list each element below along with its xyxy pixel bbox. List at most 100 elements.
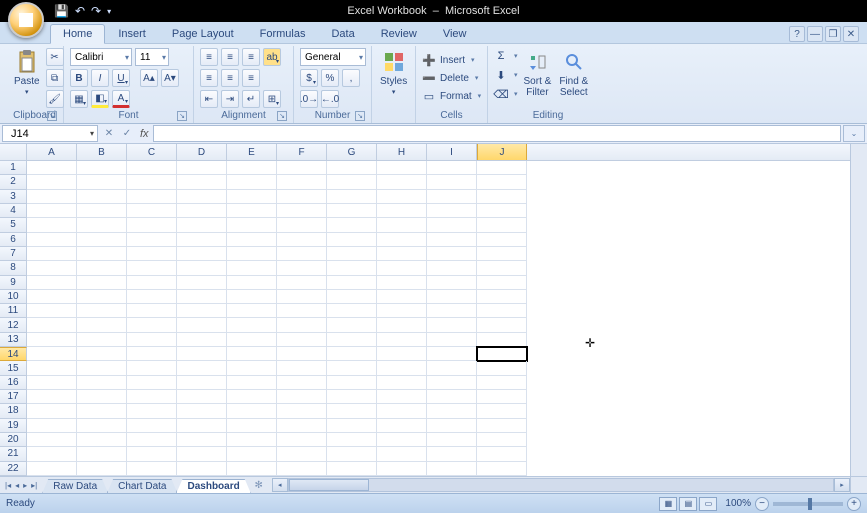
cell[interactable] <box>127 290 177 304</box>
decrease-decimal-button[interactable]: ←.0 <box>321 90 339 108</box>
column-header-A[interactable]: A <box>27 144 77 160</box>
ribbon-tab-home[interactable]: Home <box>50 24 105 44</box>
cell[interactable] <box>477 419 527 433</box>
ribbon-tab-insert[interactable]: Insert <box>105 24 159 43</box>
cell[interactable] <box>277 462 327 476</box>
cell[interactable] <box>227 390 277 404</box>
scroll-left-button[interactable]: ◂ <box>272 478 288 492</box>
cell[interactable] <box>227 304 277 318</box>
cell[interactable] <box>127 433 177 447</box>
cell[interactable] <box>477 447 527 461</box>
cell[interactable] <box>377 304 427 318</box>
cell[interactable] <box>377 447 427 461</box>
cell[interactable] <box>377 404 427 418</box>
cell[interactable] <box>427 462 477 476</box>
cell[interactable] <box>27 404 77 418</box>
cell[interactable] <box>77 462 127 476</box>
align-top-button[interactable]: ≡ <box>200 48 218 66</box>
cell[interactable] <box>27 333 77 347</box>
cell[interactable] <box>327 290 377 304</box>
redo-icon[interactable]: ↷ <box>91 4 101 18</box>
align-center-button[interactable]: ≡ <box>221 69 239 87</box>
cell[interactable] <box>277 161 327 175</box>
cell[interactable] <box>277 233 327 247</box>
row-header[interactable]: 19 <box>0 419 27 433</box>
cell[interactable] <box>177 290 227 304</box>
cell[interactable] <box>377 333 427 347</box>
cell[interactable] <box>227 233 277 247</box>
alignment-launcher[interactable]: ↘ <box>277 111 287 121</box>
office-button[interactable] <box>8 2 44 38</box>
cell[interactable] <box>227 419 277 433</box>
column-header-F[interactable]: F <box>277 144 327 160</box>
cell[interactable] <box>427 190 477 204</box>
cell[interactable] <box>77 204 127 218</box>
column-header-B[interactable]: B <box>77 144 127 160</box>
cell[interactable] <box>77 333 127 347</box>
row-header[interactable]: 8 <box>0 261 27 275</box>
fill-button[interactable]: ⬇▾ <box>494 67 518 83</box>
cell[interactable] <box>277 390 327 404</box>
cell[interactable] <box>327 175 377 189</box>
cell[interactable] <box>327 347 377 361</box>
cell[interactable] <box>127 175 177 189</box>
cell[interactable] <box>127 204 177 218</box>
cell[interactable] <box>27 175 77 189</box>
cell[interactable] <box>377 347 427 361</box>
zoom-out-button[interactable]: − <box>755 497 769 511</box>
row-header[interactable]: 4 <box>0 204 27 218</box>
cell[interactable] <box>227 433 277 447</box>
cell[interactable] <box>127 390 177 404</box>
autosum-button[interactable]: Σ▾ <box>494 48 518 64</box>
cell[interactable] <box>277 290 327 304</box>
cell[interactable] <box>27 261 77 275</box>
cell[interactable] <box>377 433 427 447</box>
italic-button[interactable]: I <box>91 69 109 87</box>
cell[interactable] <box>477 218 527 232</box>
cell[interactable] <box>27 247 77 261</box>
cell[interactable] <box>477 190 527 204</box>
cell[interactable] <box>127 404 177 418</box>
cell[interactable] <box>427 318 477 332</box>
column-header-D[interactable]: D <box>177 144 227 160</box>
cell[interactable] <box>227 462 277 476</box>
cell[interactable] <box>277 318 327 332</box>
cell[interactable] <box>177 318 227 332</box>
row-header[interactable]: 20 <box>0 433 27 447</box>
cell[interactable] <box>377 390 427 404</box>
cancel-formula-button[interactable]: ✕ <box>100 128 118 139</box>
cell[interactable] <box>477 318 527 332</box>
cell[interactable] <box>77 419 127 433</box>
cell[interactable] <box>377 247 427 261</box>
clear-button[interactable]: ⌫▾ <box>494 86 518 102</box>
cell[interactable] <box>127 376 177 390</box>
cell[interactable] <box>177 204 227 218</box>
row-header[interactable]: 7 <box>0 247 27 261</box>
column-header-H[interactable]: H <box>377 144 427 160</box>
cell[interactable] <box>477 247 527 261</box>
cell[interactable] <box>27 276 77 290</box>
row-header[interactable]: 3 <box>0 190 27 204</box>
cell[interactable] <box>327 318 377 332</box>
cell[interactable] <box>127 304 177 318</box>
paste-button[interactable]: Paste ▾ <box>12 48 42 99</box>
insert-cells-button[interactable]: ➕ Insert▾ <box>422 52 475 68</box>
cell[interactable] <box>427 404 477 418</box>
cell[interactable] <box>377 161 427 175</box>
cell[interactable] <box>427 433 477 447</box>
chevron-down-icon[interactable]: ▾ <box>90 129 94 138</box>
row-header[interactable]: 5 <box>0 218 27 232</box>
zoom-in-button[interactable]: + <box>847 497 861 511</box>
cell[interactable] <box>177 190 227 204</box>
cell[interactable] <box>427 247 477 261</box>
wrap-text-button[interactable]: ↵ <box>242 90 260 108</box>
column-header-J[interactable]: J <box>477 144 527 160</box>
font-launcher[interactable]: ↘ <box>177 111 187 121</box>
row-header[interactable]: 14 <box>0 347 27 361</box>
page-break-view-button[interactable]: ▭ <box>699 497 717 511</box>
cell[interactable] <box>427 233 477 247</box>
cell[interactable] <box>177 175 227 189</box>
comma-button[interactable]: , <box>342 69 360 87</box>
cell[interactable] <box>277 247 327 261</box>
font-size-select[interactable]: 11 <box>135 48 169 66</box>
